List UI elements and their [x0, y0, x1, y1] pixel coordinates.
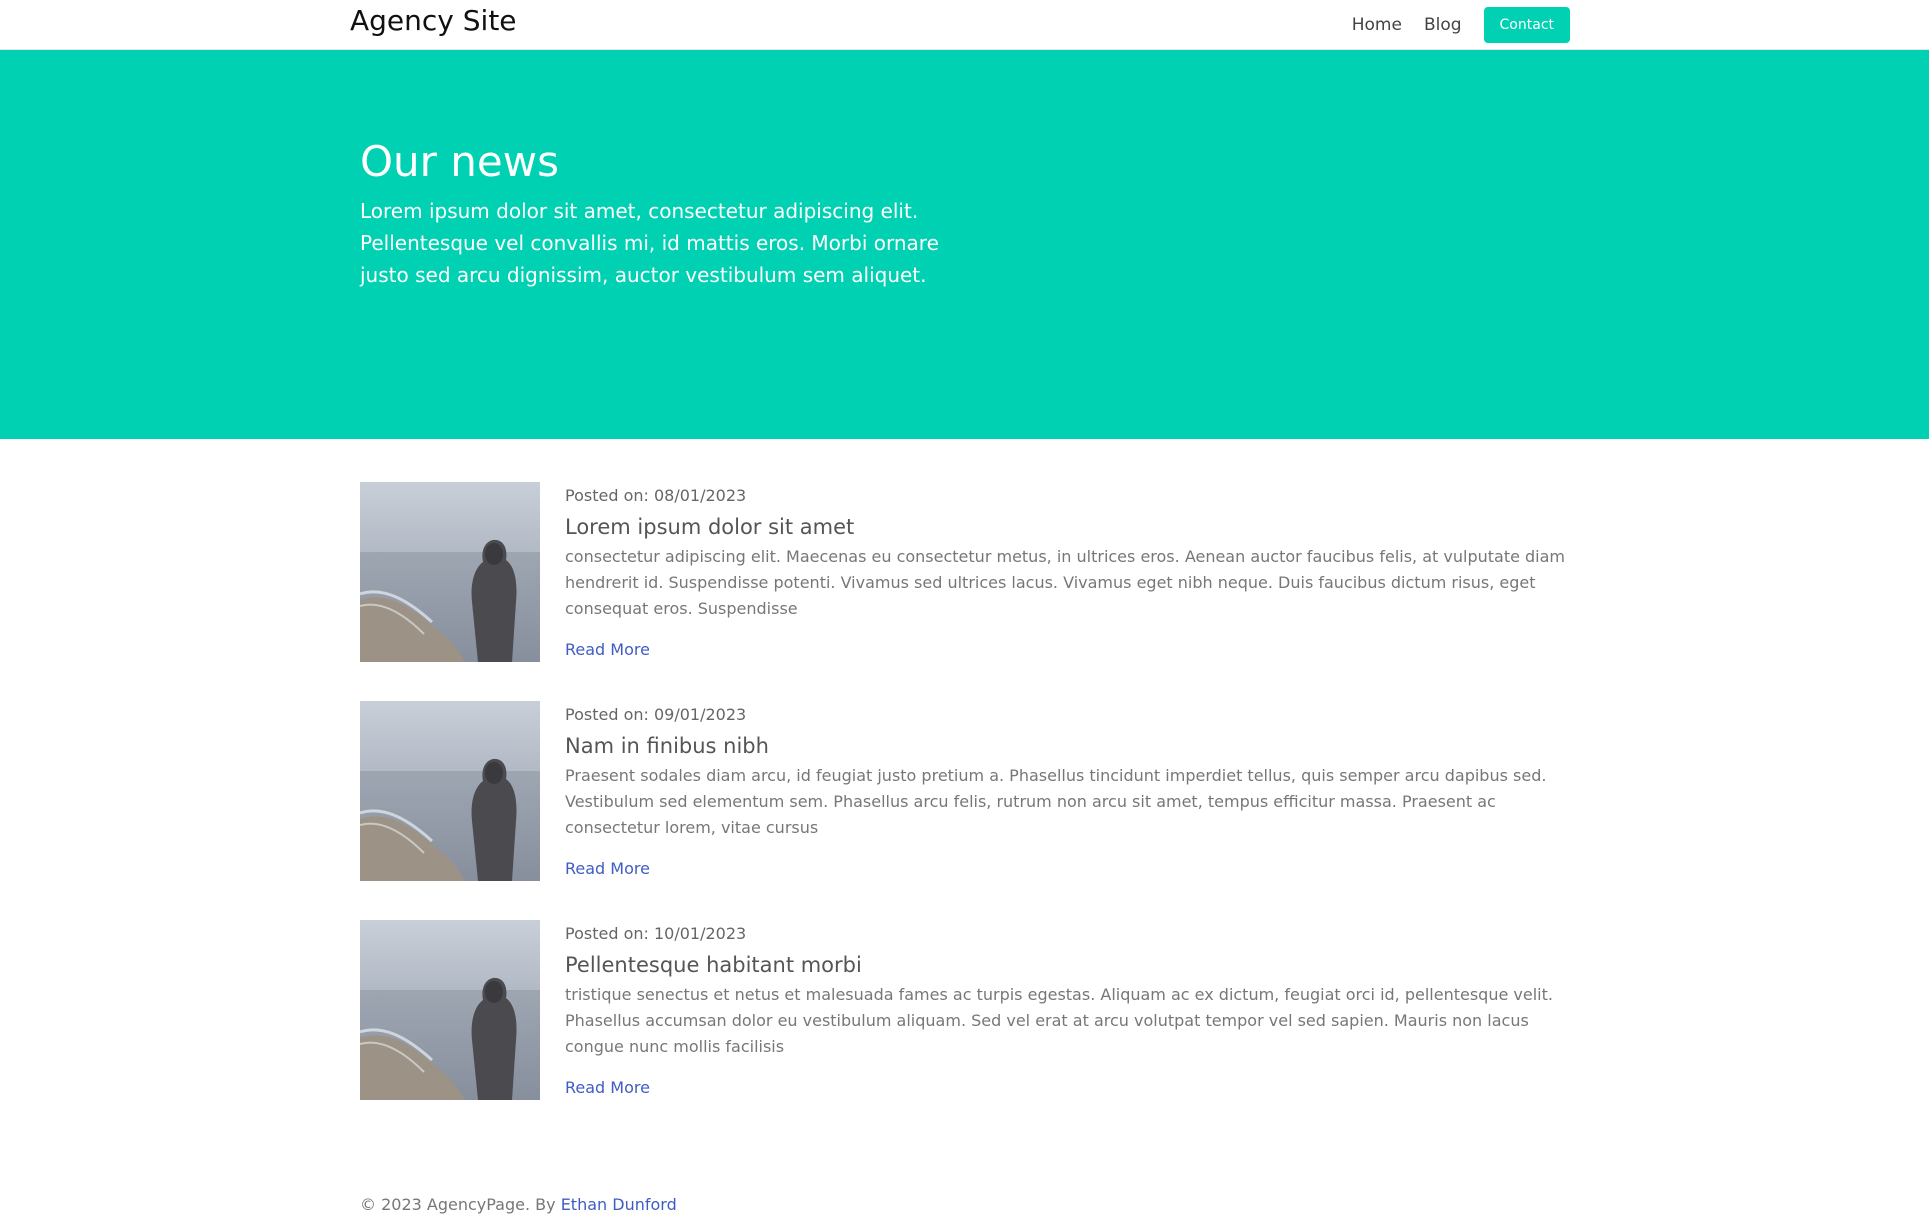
- post-excerpt: tristique senectus et netus et malesuada…: [565, 985, 1553, 1056]
- footer-copyright: © 2023 AgencyPage. By: [360, 1195, 561, 1214]
- page-title: Our news: [360, 137, 559, 186]
- post-item: Posted on: 08/01/2023 Lorem ipsum dolor …: [360, 482, 1570, 662]
- post-date: Posted on: 10/01/2023: [565, 924, 747, 943]
- post-date: Posted on: 08/01/2023: [565, 486, 747, 505]
- contact-button[interactable]: Contact: [1483, 7, 1570, 43]
- post-thumbnail-image[interactable]: [360, 920, 540, 1100]
- post-thumbnail-image[interactable]: [360, 482, 540, 662]
- page-footer: © 2023 AgencyPage. By Ethan Dunford: [360, 1195, 677, 1214]
- footer-author-link[interactable]: Ethan Dunford: [561, 1195, 677, 1214]
- nav-link-blog[interactable]: Blog: [1424, 15, 1462, 35]
- post-item: Posted on: 10/01/2023 Pellentesque habit…: [360, 920, 1570, 1100]
- post-title[interactable]: Lorem ipsum dolor sit amet: [565, 513, 1570, 541]
- site-brand[interactable]: Agency Site: [350, 4, 517, 37]
- read-more-link[interactable]: Read More: [565, 859, 650, 878]
- post-body: Posted on: 08/01/2023 Lorem ipsum dolor …: [565, 482, 1570, 659]
- hero-subtitle: Lorem ipsum dolor sit amet, consectetur …: [360, 199, 939, 287]
- post-date: Posted on: 09/01/2023: [565, 705, 747, 724]
- post-title[interactable]: Nam in finibus nibh: [565, 732, 1570, 760]
- nav-link-home[interactable]: Home: [1352, 15, 1402, 35]
- read-more-link[interactable]: Read More: [565, 1078, 650, 1097]
- post-list: Posted on: 08/01/2023 Lorem ipsum dolor …: [0, 439, 1929, 1129]
- post-title[interactable]: Pellentesque habitant morbi: [565, 951, 1570, 979]
- post-item: Posted on: 09/01/2023 Nam in finibus nib…: [360, 701, 1570, 881]
- post-excerpt: Praesent sodales diam arcu, id feugiat j…: [565, 766, 1547, 837]
- hero-banner: Our news Lorem ipsum dolor sit amet, con…: [0, 50, 1929, 439]
- post-thumbnail-image[interactable]: [360, 701, 540, 881]
- post-excerpt: consectetur adipiscing elit. Maecenas eu…: [565, 547, 1566, 618]
- top-navbar: Agency Site Home Blog Contact: [0, 0, 1929, 50]
- post-body: Posted on: 10/01/2023 Pellentesque habit…: [565, 920, 1570, 1097]
- read-more-link[interactable]: Read More: [565, 640, 650, 659]
- post-body: Posted on: 09/01/2023 Nam in finibus nib…: [565, 701, 1570, 878]
- nav-links: Home Blog Contact: [1352, 7, 1570, 43]
